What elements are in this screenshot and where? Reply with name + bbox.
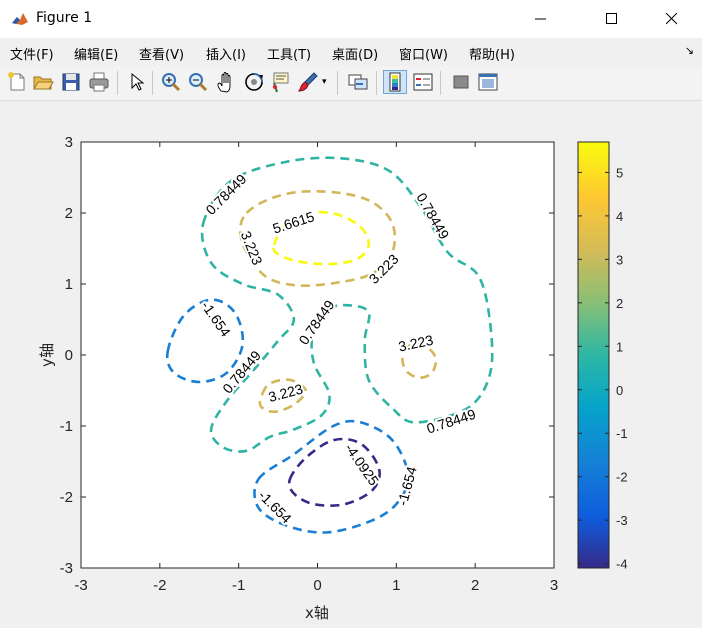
- menu-insert[interactable]: 插入(I): [206, 44, 246, 63]
- colorbar[interactable]: [577, 141, 610, 569]
- menu-view[interactable]: 查看(V): [139, 44, 184, 63]
- x-axis-label: x轴: [305, 604, 329, 622]
- y-axis-label: y轴: [38, 343, 56, 367]
- rotate-3d-icon[interactable]: [243, 71, 265, 93]
- matlab-logo-icon: [10, 9, 30, 29]
- print-icon[interactable]: [88, 71, 110, 93]
- zoom-in-icon[interactable]: [160, 71, 182, 93]
- window-title: Figure 1: [36, 10, 93, 26]
- x-tick-label: -3: [74, 577, 87, 594]
- toolbar-separator: [376, 71, 377, 95]
- pan-icon[interactable]: [215, 71, 237, 93]
- x-tick-label: 1: [392, 577, 400, 594]
- zoom-out-icon[interactable]: [187, 71, 209, 93]
- dock-arrow-icon[interactable]: ↘: [685, 44, 694, 57]
- colorbar-tick-label: -1: [616, 426, 628, 441]
- colorbar-tick-label: 2: [616, 296, 623, 311]
- x-tick-label: 3: [550, 577, 558, 594]
- y-tick-label: 2: [65, 205, 73, 222]
- pointer-icon[interactable]: [125, 71, 147, 93]
- colorbar-tick-label: 3: [616, 252, 623, 267]
- new-figure-icon[interactable]: [6, 71, 28, 93]
- y-tick-label: -1: [60, 418, 73, 435]
- menu-edit[interactable]: 编辑(E): [74, 44, 118, 63]
- toolbar-separator: [337, 71, 338, 95]
- toolbar-separator: [152, 71, 153, 95]
- y-tick-label: -3: [60, 560, 73, 577]
- maximize-button[interactable]: [589, 0, 635, 38]
- colorbar-tick-label: 4: [616, 209, 623, 224]
- x-tick-label: -1: [232, 577, 245, 594]
- menu-tools[interactable]: 工具(T): [267, 44, 311, 63]
- menu-desktop[interactable]: 桌面(D): [332, 44, 378, 63]
- link-plot-icon[interactable]: [347, 71, 369, 93]
- colorbar-tick-label: 0: [616, 383, 623, 398]
- menu-help[interactable]: 帮助(H): [469, 44, 515, 63]
- brush-dropdown-arrow-icon[interactable]: ▾: [322, 77, 327, 87]
- x-tick-label: 2: [471, 577, 479, 594]
- x-tick-label: 0: [313, 577, 321, 594]
- menu-bar: 文件(F) 编辑(E) 查看(V) 插入(I) 工具(T) 桌面(D) 窗口(W…: [0, 38, 702, 66]
- open-icon[interactable]: [32, 71, 54, 93]
- data-cursor-icon[interactable]: [270, 71, 292, 93]
- y-tick-label: 3: [65, 134, 73, 151]
- figure-toolbar: ▾: [0, 66, 702, 101]
- show-plot-tools-icon[interactable]: [477, 71, 499, 93]
- legend-icon[interactable]: [412, 71, 434, 93]
- minimize-button[interactable]: [518, 0, 564, 38]
- minimize-icon: [535, 18, 546, 20]
- x-tick-label: -2: [153, 577, 166, 594]
- colorbar-tick-label: -3: [616, 513, 628, 528]
- y-tick-label: 0: [65, 347, 73, 364]
- y-tick-label: 1: [65, 276, 73, 293]
- brush-icon[interactable]: [297, 71, 319, 93]
- close-button[interactable]: [649, 0, 695, 38]
- colorbar-tick-label: -2: [616, 470, 628, 485]
- hide-plot-tools-icon[interactable]: [450, 71, 472, 93]
- figure-canvas: 0.78449 0.784495.66153.2233.223-1.654 0.78…: [0, 101, 702, 628]
- menu-window[interactable]: 窗口(W): [399, 44, 448, 63]
- colorbar-tick-label: -4: [616, 557, 628, 572]
- colorbar-tick-label: 5: [616, 165, 623, 180]
- close-icon: [666, 13, 678, 25]
- save-icon[interactable]: [60, 71, 82, 93]
- maximize-icon: [606, 13, 617, 24]
- menu-file[interactable]: 文件(F): [10, 44, 54, 63]
- colorbar-tick-label: 1: [616, 339, 623, 354]
- y-tick-label: -2: [60, 489, 73, 506]
- colorbar-icon[interactable]: [383, 70, 407, 94]
- window-titlebar: Figure 1: [0, 0, 702, 38]
- toolbar-separator: [440, 71, 441, 95]
- toolbar-separator: [117, 71, 118, 95]
